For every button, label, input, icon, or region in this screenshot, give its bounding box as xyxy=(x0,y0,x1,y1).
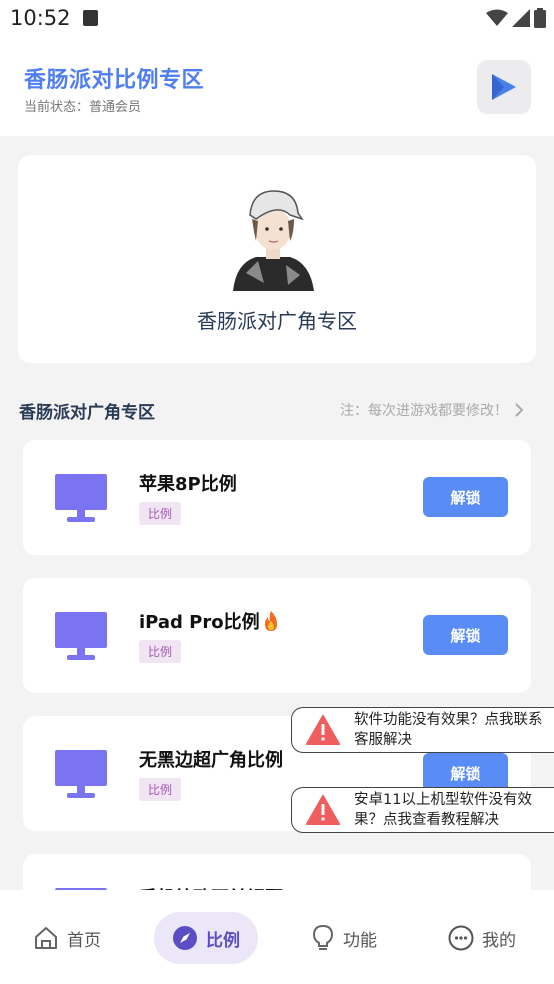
lightbulb-icon xyxy=(312,924,334,950)
support-toast[interactable]: 软件功能没有效果？点我联系客服解决 xyxy=(291,707,554,753)
nav-home[interactable]: 首页 xyxy=(33,912,101,964)
profile-icon xyxy=(448,925,474,951)
wifi-icon xyxy=(486,9,508,26)
status-time: 10:52 xyxy=(10,6,71,30)
home-icon xyxy=(35,927,57,949)
section-note[interactable]: 注：每次进游戏都要修改！ xyxy=(340,400,524,420)
status-icons xyxy=(486,8,546,28)
play-icon xyxy=(492,74,516,100)
toast-text: 安卓11以上机型软件没有效果？点我查看教程解决 xyxy=(354,792,532,828)
battery-icon xyxy=(534,8,546,28)
item-title: iPad Pro比例 xyxy=(139,608,280,634)
toast-text: 软件功能没有效果？点我联系客服解决 xyxy=(354,712,543,748)
monitor-icon xyxy=(55,474,107,522)
profile-name: 香肠派对广角专区 xyxy=(197,309,357,333)
profile-card: 香肠派对广角专区 xyxy=(18,155,536,363)
item-title: 苹果8P比例 xyxy=(139,474,237,495)
section-title: 香肠派对广角专区 xyxy=(19,403,155,423)
section-note-text: 注：每次进游戏都要修改！ xyxy=(340,403,508,419)
tutorial-toast[interactable]: 安卓11以上机型软件没有效果？点我查看教程解决 xyxy=(291,787,554,833)
warning-icon xyxy=(306,715,340,745)
list-item: 苹果8P比例 比例 解锁 xyxy=(23,440,531,555)
nav-profile[interactable]: 我的 xyxy=(448,912,516,964)
nav-features-label: 功能 xyxy=(343,930,377,951)
membership-status: 当前状态：普通会员 xyxy=(24,100,142,115)
item-tag: 比例 xyxy=(139,502,182,525)
nav-ratio-label: 比例 xyxy=(206,930,240,951)
header: 香肠派对比例专区 当前状态：普通会员 xyxy=(0,38,554,136)
avatar xyxy=(233,190,314,291)
monitor-icon xyxy=(55,612,107,660)
play-button[interactable] xyxy=(477,60,531,114)
page-title: 香肠派对比例专区 xyxy=(24,68,205,93)
chevron-right-icon xyxy=(515,403,524,417)
item-title: 无黑边超广角比例 xyxy=(139,750,283,771)
bottom-nav: 首页 比例 功能 我的 xyxy=(0,890,554,984)
item-tag: 比例 xyxy=(139,778,182,801)
monitor-icon xyxy=(55,750,107,798)
signal-icon xyxy=(512,9,530,27)
nav-ratio[interactable]: 比例 xyxy=(154,912,258,964)
fire-icon xyxy=(264,611,277,631)
notification-icon xyxy=(83,10,98,26)
nav-features[interactable]: 功能 xyxy=(311,912,377,964)
list-item: iPad Pro比例 比例 解锁 xyxy=(23,578,531,693)
unlock-button[interactable]: 解锁 xyxy=(423,615,508,655)
nav-profile-label: 我的 xyxy=(482,930,516,951)
nav-home-label: 首页 xyxy=(67,930,101,951)
unlock-button[interactable]: 解锁 xyxy=(423,477,508,517)
status-bar: 10:52 xyxy=(0,0,554,38)
compass-icon xyxy=(173,926,197,950)
warning-icon xyxy=(306,795,340,825)
item-tag: 比例 xyxy=(139,640,182,663)
